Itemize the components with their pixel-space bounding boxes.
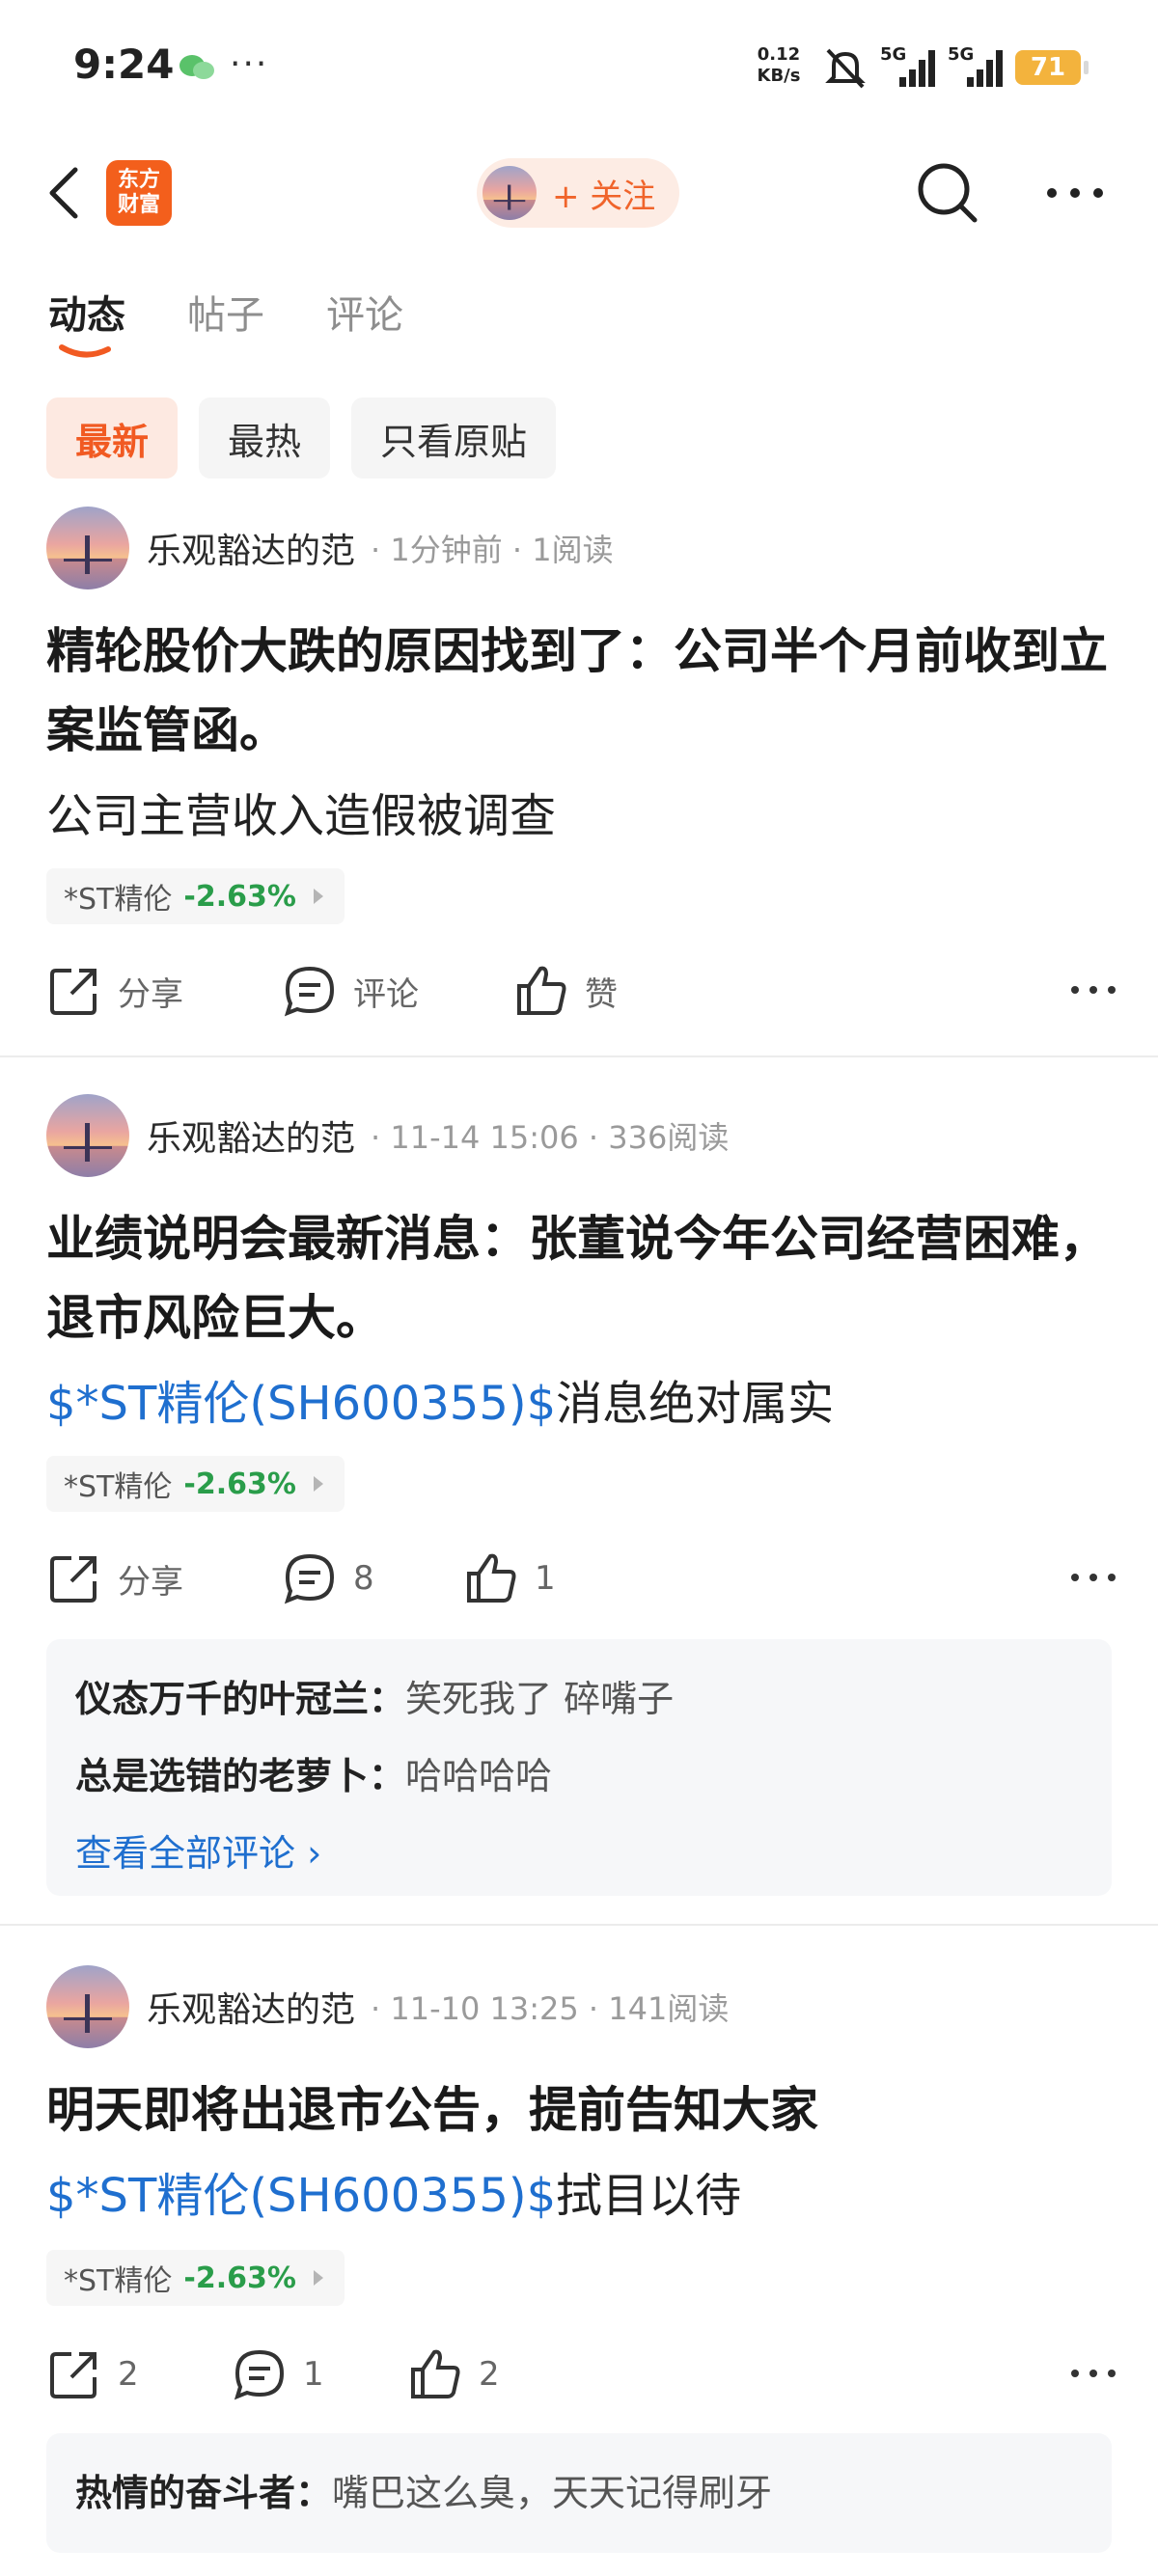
- top-header: 东方 财富 + 关注: [0, 145, 1158, 241]
- back-arrow-icon[interactable]: [41, 164, 89, 222]
- follow-label: + 关注: [552, 177, 656, 216]
- author-name[interactable]: 乐观豁达的范: [147, 1982, 355, 2032]
- view-all-comments-link[interactable]: 查看全部评论 ›: [75, 1815, 1083, 1892]
- tab-posts[interactable]: 帖子: [187, 284, 264, 340]
- post-meta: · 11-10 13:25 · 141阅读: [371, 1990, 730, 2027]
- share-icon: [50, 1556, 96, 1603]
- post-title[interactable]: 明天即将出退市公告，提前告知大家: [46, 2070, 1117, 2150]
- filter-bar: 最新 最热 只看原贴: [46, 397, 557, 479]
- avatar[interactable]: [46, 1094, 129, 1177]
- comment-icon: [234, 2349, 285, 2400]
- stock-link[interactable]: $*ST精伦(SH600355)$: [46, 1377, 556, 1431]
- divider: [0, 1055, 1158, 1057]
- post-title[interactable]: 精轮股价大跌的原因找到了：公司半个月前收到立案监管函。: [46, 612, 1117, 770]
- search-icon[interactable]: [915, 160, 979, 224]
- stock-change: -2.63%: [183, 1466, 296, 1501]
- comment-button[interactable]: 8: [282, 1545, 374, 1612]
- comment-user: 热情的奋斗者：: [75, 2472, 333, 2514]
- author-name[interactable]: 乐观豁达的范: [147, 523, 355, 573]
- thumbs-up-icon: [467, 1553, 516, 1603]
- like-button[interactable]: 赞: [513, 957, 618, 1025]
- stock-link[interactable]: $*ST精伦(SH600355)$: [46, 2169, 556, 2223]
- play-arrow-icon: [313, 889, 323, 904]
- notification-dots: ···: [230, 44, 269, 84]
- comment-preview: 仪态万千的叶冠兰：笑死我了 碎嘴子 总是选错的老萝卜：哈哈哈哈 查看全部评论 ›: [46, 1639, 1112, 1896]
- post-meta: · 11-14 15:06 · 336阅读: [371, 1119, 730, 1156]
- post-title[interactable]: 业绩说明会最新消息：张董说今年公司经营困难，退市风险巨大。: [46, 1199, 1117, 1357]
- stock-name: *ST精伦: [64, 2264, 173, 2298]
- stock-tag[interactable]: *ST精伦 -2.63%: [46, 1456, 345, 1512]
- signal-icon-2: 5G: [948, 44, 1006, 91]
- battery-indicator: 71: [1015, 50, 1089, 85]
- comment-item[interactable]: 总是选错的老萝卜：哈哈哈哈: [75, 1738, 1083, 1815]
- follow-button[interactable]: + 关注: [477, 158, 679, 228]
- post-more-icon[interactable]: [1069, 1558, 1117, 1597]
- share-icon: [50, 2352, 96, 2398]
- filter-latest[interactable]: 最新: [46, 397, 179, 479]
- stock-tag[interactable]: *ST精伦 -2.63%: [46, 2250, 345, 2306]
- share-icon: [50, 969, 96, 1015]
- filter-original-only[interactable]: 只看原贴: [351, 397, 557, 479]
- post-actions: 2 1 2: [46, 2341, 1117, 2408]
- stock-change: -2.63%: [183, 879, 296, 914]
- stock-name: *ST精伦: [64, 1470, 173, 1504]
- post-more-icon[interactable]: [1069, 2354, 1117, 2393]
- stock-change: -2.63%: [183, 2261, 296, 2295]
- network-speed: 0.12 KB/s: [757, 44, 801, 86]
- tab-bar: 动态 帖子 评论: [48, 284, 403, 358]
- comment-button[interactable]: 1: [232, 2341, 324, 2408]
- tab-dynamics[interactable]: 动态: [48, 284, 125, 358]
- like-button[interactable]: 1: [463, 1545, 556, 1612]
- status-icons: 5G 5G 71: [820, 42, 1089, 93]
- signal-icon-1: 5G: [880, 44, 938, 91]
- comment-item[interactable]: 热情的奋斗者：嘴巴这么臭，天天记得刷牙: [75, 2454, 1083, 2532]
- comment-preview: 热情的奋斗者：嘴巴这么臭，天天记得刷牙: [46, 2433, 1112, 2553]
- post-card[interactable]: 乐观豁达的范 · 11-10 13:25 · 141阅读 明天即将出退市公告，提…: [0, 1964, 1158, 2576]
- post-header: 乐观豁达的范 · 11-14 15:06 · 336阅读: [46, 1093, 729, 1178]
- wechat-icon: [179, 55, 214, 79]
- post-meta: · 1分钟前 · 1阅读: [371, 532, 614, 568]
- comment-user: 仪态万千的叶冠兰：: [75, 1678, 406, 1720]
- tab-active-indicator: [59, 344, 111, 358]
- post-card[interactable]: 乐观豁达的范 · 11-14 15:06 · 336阅读 业绩说明会最新消息：张…: [0, 1093, 1158, 1904]
- status-time: 9:24: [73, 41, 175, 88]
- post-body[interactable]: 公司主营收入造假被调查: [46, 778, 556, 845]
- comment-user: 总是选错的老萝卜：: [75, 1755, 406, 1797]
- play-arrow-icon: [313, 2270, 323, 2286]
- comment-item[interactable]: 仪态万千的叶冠兰：笑死我了 碎嘴子: [75, 1660, 1083, 1738]
- divider: [0, 1924, 1158, 1926]
- post-header: 乐观豁达的范 · 1分钟前 · 1阅读: [46, 506, 614, 590]
- comment-icon: [284, 966, 335, 1017]
- play-arrow-icon: [313, 1476, 323, 1492]
- more-options-icon[interactable]: [1044, 174, 1106, 212]
- avatar[interactable]: [46, 1965, 129, 2048]
- avatar: [482, 166, 537, 220]
- author-name[interactable]: 乐观豁达的范: [147, 1110, 355, 1161]
- filter-hot[interactable]: 最热: [199, 397, 331, 479]
- status-bar: 9:24 ··· 0.12 KB/s 5G 5G 71: [0, 0, 1158, 135]
- comment-icon: [284, 1553, 335, 1604]
- tab-comments[interactable]: 评论: [326, 284, 403, 340]
- thumbs-up-icon: [517, 966, 566, 1015]
- post-more-icon[interactable]: [1069, 971, 1117, 1009]
- share-button[interactable]: 分享: [46, 1545, 183, 1612]
- stock-tag[interactable]: *ST精伦 -2.63%: [46, 868, 345, 924]
- post-body[interactable]: $*ST精伦(SH600355)$消息绝对属实: [46, 1365, 834, 1433]
- thumbs-up-icon: [411, 2349, 460, 2398]
- comment-button[interactable]: 评论: [282, 957, 419, 1025]
- stock-name: *ST精伦: [64, 883, 173, 917]
- post-actions: 分享 8 1: [46, 1545, 1117, 1612]
- post-header: 乐观豁达的范 · 11-10 13:25 · 141阅读: [46, 1964, 729, 2049]
- post-card[interactable]: 乐观豁达的范 · 1分钟前 · 1阅读 精轮股价大跌的原因找到了：公司半个月前收…: [0, 506, 1158, 1055]
- avatar[interactable]: [46, 507, 129, 589]
- mute-icon: [825, 48, 866, 89]
- share-button[interactable]: 分享: [46, 957, 183, 1025]
- app-logo[interactable]: 东方 财富: [106, 160, 172, 226]
- share-button[interactable]: 2: [46, 2341, 139, 2408]
- like-button[interactable]: 2: [407, 2341, 500, 2408]
- post-actions: 分享 评论 赞: [46, 957, 1117, 1025]
- post-body[interactable]: $*ST精伦(SH600355)$拭目以待: [46, 2157, 741, 2225]
